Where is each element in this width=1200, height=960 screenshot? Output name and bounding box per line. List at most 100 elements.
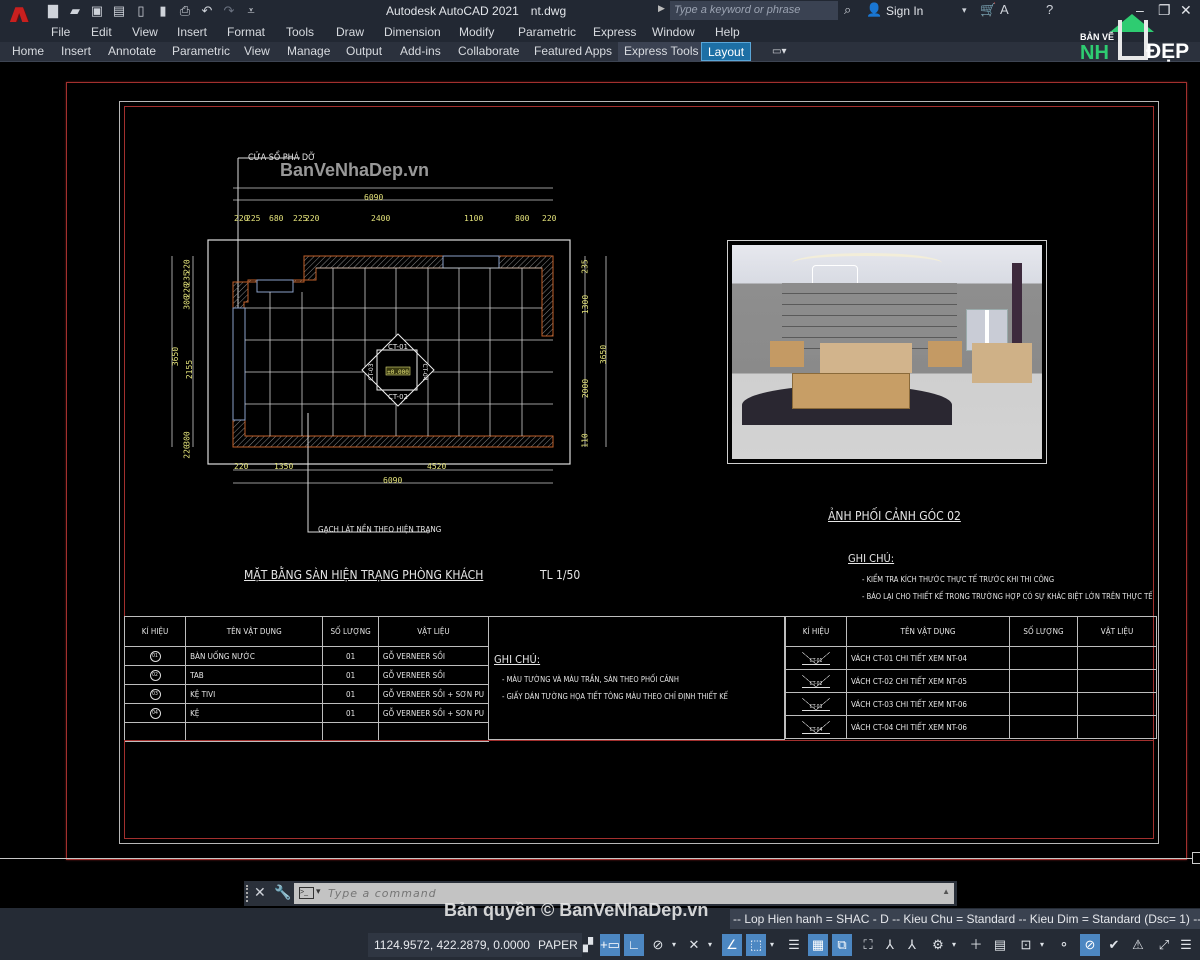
menu-help[interactable]: Help (715, 25, 740, 39)
circle-symbol-icon: 01 (149, 651, 161, 662)
object-snap-tracking-icon[interactable]: ∠ (722, 934, 742, 956)
tab-view[interactable]: View (238, 42, 276, 61)
save-as-icon[interactable]: ▤ (110, 2, 128, 20)
transparency-icon[interactable]: ▦ (808, 934, 828, 956)
annotation-visibility-icon[interactable]: ⅄ (880, 934, 900, 956)
menu-modify[interactable]: Modify (459, 25, 494, 39)
customization-menu-icon[interactable]: ☰ (1176, 934, 1196, 956)
polar-tracking-icon[interactable]: ⊘ (648, 934, 668, 956)
menu-draw[interactable]: Draw (336, 25, 364, 39)
command-prompt-icon[interactable]: >_ (299, 887, 314, 899)
ribbon-minimize-icon[interactable]: ▭▾ (766, 42, 792, 61)
menu-express[interactable]: Express (593, 25, 636, 39)
name-cell: VÁCH CT-04 CHI TIẾT XEM NT-06 (846, 715, 1010, 739)
lineweight-icon[interactable]: ☰ (784, 934, 804, 956)
table-row-empty (123, 722, 490, 742)
redo-icon[interactable]: ↷ (220, 2, 238, 20)
note-table-2: - GIẤY DÁN TƯỜNG HỌA TIẾT TÔNG MÀU THEO … (502, 692, 728, 701)
save-icon[interactable]: ▣ (88, 2, 106, 20)
isolate-objects-icon[interactable]: ⚬ (1054, 934, 1074, 956)
render-image[interactable] (727, 240, 1047, 464)
sign-in-button[interactable]: Sign In (886, 4, 923, 18)
polar-dropdown-icon[interactable]: ▾ (672, 934, 676, 956)
save-web-icon[interactable]: ▮ (154, 2, 172, 20)
menu-parametric[interactable]: Parametric (518, 25, 576, 39)
osnap-dropdown-icon[interactable]: ▾ (770, 934, 774, 956)
help-icon[interactable]: ? (1046, 2, 1053, 17)
circle-symbol-icon: 04 (149, 708, 161, 719)
dynamic-ucs-icon[interactable]: ⛶ (858, 934, 878, 956)
circle-symbol-icon: 03 (149, 689, 161, 700)
selection-cycling-icon[interactable]: ⧉ (832, 934, 852, 956)
quick-properties-dropdown-icon[interactable]: ▾ (1040, 934, 1044, 956)
tab-layout[interactable]: Layout (701, 42, 752, 61)
quick-properties-icon[interactable]: ⊡ (1016, 934, 1036, 956)
model-paper-toggle[interactable]: PAPER (534, 933, 582, 957)
menu-window[interactable]: Window (652, 25, 695, 39)
plan-title: MẶT BẰNG SÀN HIỆN TRẠNG PHÒNG KHÁCH (244, 568, 484, 582)
dim-top-9: 220 (542, 214, 557, 223)
clean-screen-warning-icon[interactable]: ⚠ (1128, 934, 1148, 956)
autoscale-icon[interactable]: ⅄ (902, 934, 922, 956)
isometric-drafting-icon[interactable]: ✕ (684, 934, 704, 956)
menu-edit[interactable]: Edit (91, 25, 112, 39)
open-icon[interactable]: ▰ (66, 2, 84, 20)
col-header-material: VẬT LIỆU (1077, 616, 1157, 647)
menu-format[interactable]: Format (227, 25, 265, 39)
tab-express-tools[interactable]: Express Tools (618, 42, 705, 61)
undo-icon[interactable]: ↶ (198, 2, 216, 20)
isodraft-dropdown-icon[interactable]: ▾ (708, 934, 712, 956)
clean-screen-icon[interactable]: ⤢ (1154, 934, 1174, 956)
tab-collaborate[interactable]: Collaborate (452, 42, 525, 61)
menu-tools[interactable]: Tools (286, 25, 314, 39)
floor-leader (307, 413, 430, 533)
tab-add-ins[interactable]: Add-ins (394, 42, 447, 61)
menu-insert[interactable]: Insert (177, 25, 207, 39)
menu-file[interactable]: File (51, 25, 70, 39)
tab-insert[interactable]: Insert (55, 42, 97, 61)
watermark-copyright: Bản quyền © BanVeNhaDep.vn (444, 900, 709, 920)
search-input[interactable]: Type a keyword or phrase (670, 1, 838, 20)
search-expand-icon[interactable]: ▶ (658, 3, 665, 14)
plot-icon[interactable]: ⎙ (176, 2, 194, 20)
close-command-line-icon[interactable]: ✕ (254, 884, 266, 901)
infer-constraints-icon[interactable]: +▭ (600, 934, 620, 956)
annotation-monitor-icon[interactable]: ＋ (966, 934, 986, 956)
search-icon[interactable]: ⌕ (844, 2, 851, 18)
material-cell: GỖ VERNEER SỒI + SƠN PU (377, 703, 490, 723)
ortho-mode-icon[interactable]: ∟ (624, 934, 644, 956)
open-web-icon[interactable]: ▯ (132, 2, 150, 20)
menu-dimension[interactable]: Dimension (384, 25, 441, 39)
customize-icon[interactable]: ⩡ (242, 2, 260, 20)
col-header-symbol: KÍ HIỆU (785, 616, 847, 647)
customize-wrench-icon[interactable]: 🔧 (274, 884, 291, 901)
new-icon[interactable]: ▇ (44, 2, 62, 20)
tab-manage[interactable]: Manage (281, 42, 336, 61)
units-icon[interactable]: ▤ (990, 934, 1010, 956)
object-snap-icon[interactable]: ⬚ (746, 934, 766, 956)
qty-cell: 01 (322, 646, 379, 666)
autodesk-app-icon[interactable]: A (1000, 2, 1009, 17)
coordinates-readout[interactable]: 1124.9572, 422.2879, 0.0000 (368, 933, 536, 957)
graphics-performance-icon[interactable]: ✔ (1104, 934, 1124, 956)
tab-featured-apps[interactable]: Featured Apps (528, 42, 618, 61)
cart-icon[interactable]: 🛒 (980, 2, 996, 18)
tab-home[interactable]: Home (6, 42, 50, 61)
command-line-grip[interactable] (246, 885, 250, 902)
workspace-dropdown-icon[interactable]: ▾ (952, 934, 956, 956)
recent-commands-dropdown-icon[interactable]: ▾ (316, 886, 321, 897)
sign-in-dropdown-icon[interactable]: ▾ (962, 5, 967, 16)
command-history-up-icon[interactable]: ▲ (942, 887, 950, 896)
viewport-grip[interactable] (1192, 852, 1200, 864)
menu-view[interactable]: View (132, 25, 158, 39)
grid-display-icon[interactable]: ▞ (578, 934, 598, 956)
hardware-acceleration-icon[interactable]: ⊘ (1080, 934, 1100, 956)
tab-annotate[interactable]: Annotate (102, 42, 162, 61)
dim-right-3: 2000 (581, 378, 591, 399)
curtain-shape (1012, 263, 1022, 353)
workspace-gear-icon[interactable]: ⚙ (928, 934, 948, 956)
drawing-canvas[interactable]: CỬA SỔ PHÁ DỠ BanVeNhaDep.vn CT-01 CT-02… (0, 62, 1200, 908)
tab-parametric[interactable]: Parametric (166, 42, 236, 61)
tab-output[interactable]: Output (340, 42, 388, 61)
dim-left-5: 2155 (185, 359, 195, 380)
